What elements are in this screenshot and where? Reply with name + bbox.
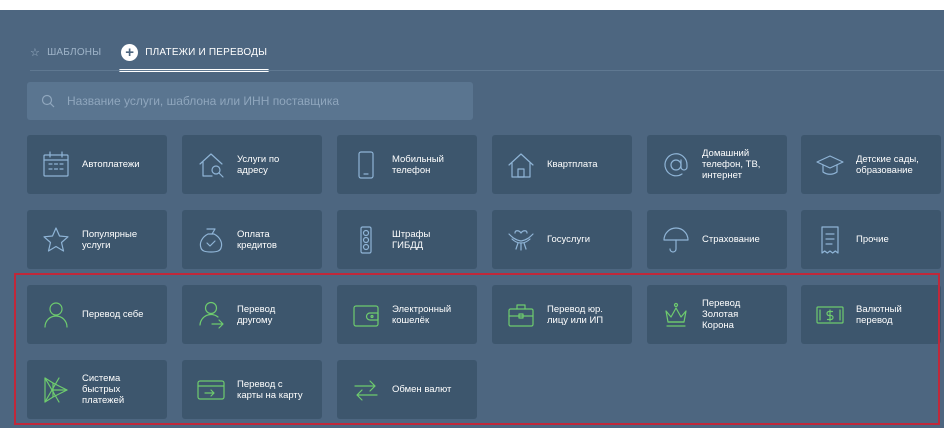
plus-circle-icon: + bbox=[121, 43, 139, 61]
categories-tile-label: Детские сады, образование bbox=[856, 153, 919, 176]
categories-tile-label: Прочие bbox=[856, 234, 889, 245]
receipt-icon bbox=[815, 225, 845, 255]
house-icon bbox=[506, 150, 536, 180]
transfers-tile[interactable]: Электронный кошелёк bbox=[337, 285, 477, 344]
umbrella-icon bbox=[661, 225, 691, 255]
banknote-icon bbox=[815, 300, 845, 330]
person-icon bbox=[41, 300, 71, 330]
star-icon: ☆ bbox=[30, 46, 41, 59]
transfers-tile[interactable]: Перевод себе bbox=[27, 285, 167, 344]
exchange-arrows-icon bbox=[351, 375, 381, 405]
categories-tile-label: Страхование bbox=[702, 234, 760, 245]
transfers-tile[interactable]: Перевод с карты на карту bbox=[182, 360, 322, 419]
briefcase-icon bbox=[506, 300, 536, 330]
transfers-tile-label: Обмен валют bbox=[392, 384, 452, 395]
categories-tile[interactable]: Штрафы ГИБДД bbox=[337, 210, 477, 269]
transfers-tile[interactable]: Перевод Золотая Корона bbox=[647, 285, 787, 344]
categories-tile[interactable]: Прочие bbox=[801, 210, 941, 269]
categories-tile[interactable]: Домашний телефон, ТВ, интернет bbox=[647, 135, 787, 194]
tab-templates-label: ШАБЛОНЫ bbox=[47, 46, 102, 58]
transfers-tile[interactable]: Перевод юр. лицу или ИП bbox=[492, 285, 632, 344]
transfers-tile[interactable]: Перевод другому bbox=[182, 285, 322, 344]
categories-tile[interactable]: Услуги по адресу bbox=[182, 135, 322, 194]
categories-tile[interactable]: Автоплатежи bbox=[27, 135, 167, 194]
categories-tile[interactable]: Квартплата bbox=[492, 135, 632, 194]
categories-tile-label: Автоплатежи bbox=[82, 159, 140, 170]
at-sign-icon bbox=[661, 150, 691, 180]
categories-tile-label: Штрафы ГИБДД bbox=[392, 228, 431, 251]
card-transfer-icon bbox=[196, 375, 226, 405]
transfers-tile-label: Перевод юр. лицу или ИП bbox=[547, 303, 604, 326]
transfers-tile[interactable]: Валютный перевод bbox=[801, 285, 941, 344]
transfers-tile-label: Перевод Золотая Корона bbox=[702, 298, 741, 331]
categories-tile[interactable]: Детские сады, образование bbox=[801, 135, 941, 194]
transfers-tile[interactable]: Система быстрых платежей bbox=[27, 360, 167, 419]
wallet-icon bbox=[351, 300, 381, 330]
sbp-logo-icon bbox=[41, 375, 71, 405]
categories-tile-label: Оплата кредитов bbox=[237, 228, 277, 251]
mobile-phone-icon bbox=[351, 150, 381, 180]
categories-tile[interactable]: Популярные услуги bbox=[27, 210, 167, 269]
money-bag-icon bbox=[196, 225, 226, 255]
transfers-tile-label: Перевод другому bbox=[237, 303, 276, 326]
categories-tile[interactable]: Оплата кредитов bbox=[182, 210, 322, 269]
categories-tile[interactable]: Госуслуги bbox=[492, 210, 632, 269]
search-box[interactable] bbox=[27, 82, 473, 120]
tabs-divider bbox=[30, 70, 944, 71]
search-input[interactable] bbox=[65, 93, 449, 109]
categories-tile[interactable]: Мобильный телефон bbox=[337, 135, 477, 194]
crown-icon bbox=[661, 300, 691, 330]
star-icon bbox=[41, 225, 71, 255]
categories-tile-label: Популярные услуги bbox=[82, 228, 138, 251]
categories-tile-label: Квартплата bbox=[547, 159, 598, 170]
calendar-icon bbox=[41, 150, 71, 180]
transfers-tile[interactable]: Обмен валют bbox=[337, 360, 477, 419]
tab-payments[interactable]: + ПЛАТЕЖИ И ПЕРЕВОДЫ bbox=[119, 38, 270, 72]
tab-templates[interactable]: ☆ ШАБЛОНЫ bbox=[30, 38, 101, 66]
traffic-light-icon bbox=[351, 225, 381, 255]
person-arrow-icon bbox=[196, 300, 226, 330]
categories-tile[interactable]: Страхование bbox=[647, 210, 787, 269]
transfers-tile-label: Электронный кошелёк bbox=[392, 303, 452, 326]
tab-payments-label: ПЛАТЕЖИ И ПЕРЕВОДЫ bbox=[145, 46, 268, 58]
house-search-icon bbox=[196, 150, 226, 180]
top-white-strip bbox=[0, 0, 944, 10]
categories-tile-label: Домашний телефон, ТВ, интернет bbox=[702, 148, 761, 181]
graduation-cap-icon bbox=[815, 150, 845, 180]
categories-tile-label: Мобильный телефон bbox=[392, 153, 444, 176]
transfers-tile-label: Перевод с карты на карту bbox=[237, 378, 303, 401]
tab-bar: ☆ ШАБЛОНЫ + ПЛАТЕЖИ И ПЕРЕВОДЫ bbox=[30, 36, 287, 72]
transfers-tile-label: Система быстрых платежей bbox=[82, 373, 125, 406]
transfers-tile-label: Валютный перевод bbox=[856, 303, 902, 326]
categories-tile-label: Услуги по адресу bbox=[237, 153, 280, 176]
transfers-tile-label: Перевод себе bbox=[82, 309, 144, 320]
categories-tile-label: Госуслуги bbox=[547, 234, 591, 245]
search-icon bbox=[41, 94, 55, 108]
eagle-emblem-icon bbox=[506, 225, 536, 255]
